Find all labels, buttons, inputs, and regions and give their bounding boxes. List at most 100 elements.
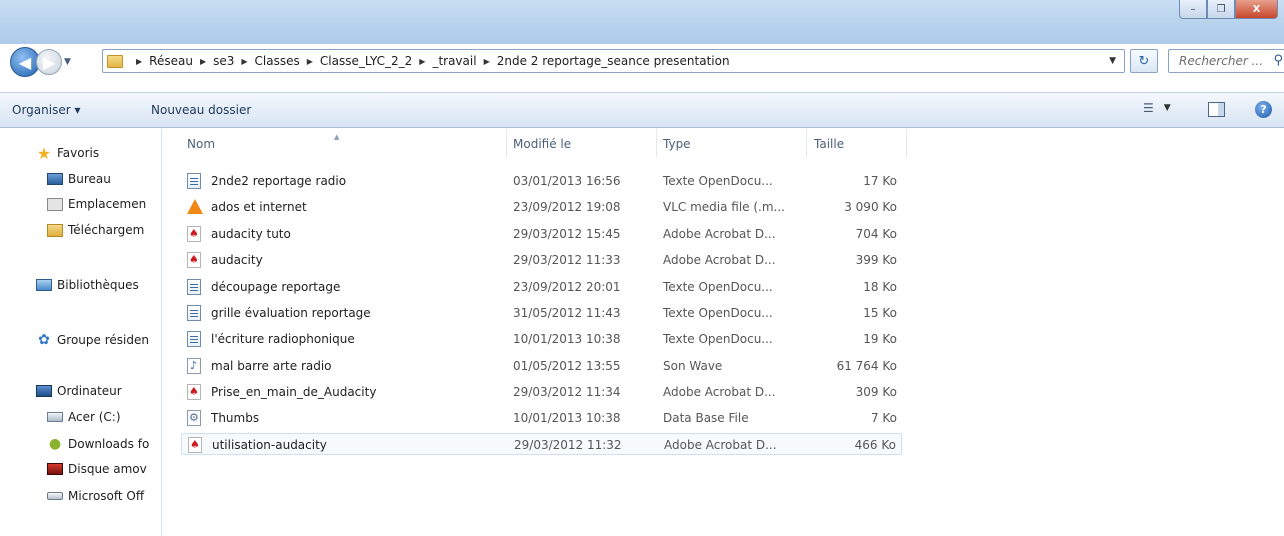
file-row[interactable]: découpage reportage 23/09/2012 20:01 Tex… [181,276,902,298]
sidebar-homegroup-label: Groupe résiden [57,333,149,347]
breadcrumb-classes[interactable]: Classes [255,54,300,68]
sidebar-favorites[interactable]: ★ Favoris [36,144,100,163]
organize-button[interactable]: Organiser ▾ [12,103,80,117]
file-row[interactable]: 2nde2 reportage radio 03/01/2013 16:56 T… [181,170,902,192]
file-type: Data Base File [663,411,749,425]
file-row[interactable]: ados et internet 23/09/2012 19:08 VLC me… [181,196,902,218]
sidebar-item-label: Téléchargem [68,223,145,237]
file-modified: 23/09/2012 19:08 [513,200,621,214]
breadcrumb-travail[interactable]: _travail [432,54,476,68]
file-name: Thumbs [211,411,260,425]
new-folder-button[interactable]: Nouveau dossier [151,103,251,117]
sidebar-computer-label: Ordinateur [57,384,122,398]
file-size: 7 Ko [870,411,897,425]
sidebar-item-label: Downloads fo [68,437,150,451]
odt-file-icon [187,331,201,347]
forward-button[interactable]: ▶ [36,49,62,75]
file-row[interactable]: Prise_en_main_de_Audacity 29/03/2012 11:… [181,381,902,403]
file-size: 19 Ko [863,332,897,346]
close-button[interactable]: X [1235,0,1278,19]
sidebar-homegroup[interactable]: ✿ Groupe résiden [36,332,149,348]
computer-icon [36,385,52,397]
column-header-size[interactable]: Taille [814,137,844,151]
breadcrumb-separator-icon[interactable]: ▶ [484,57,490,66]
file-row-selected[interactable]: utilisation-audacity 29/03/2012 11:32 Ad… [181,433,902,455]
breadcrumb-separator-icon[interactable]: ▶ [200,57,206,66]
file-row[interactable]: audacity tuto 29/03/2012 15:45 Adobe Acr… [181,223,902,245]
preview-pane-icon[interactable] [1208,102,1225,117]
minimize-button[interactable]: – [1179,0,1207,19]
drive-icon [47,412,63,422]
breadcrumb-separator-icon[interactable]: ▶ [136,57,142,66]
file-size: 466 Ko [854,438,896,452]
breadcrumb-separator-icon[interactable]: ▶ [419,57,425,66]
breadcrumb-separator-icon[interactable]: ▶ [307,57,313,66]
pdf-file-icon [188,437,202,453]
sidebar-libraries-label: Bibliothèques [57,278,139,292]
file-size: 399 Ko [855,253,897,267]
sidebar-libraries[interactable]: Bibliothèques [36,278,139,292]
column-divider[interactable] [906,129,907,157]
sidebar-item-microsoft-office[interactable]: Microsoft Off [47,489,144,503]
file-name: l'écriture radiophonique [211,332,355,346]
file-size: 704 Ko [855,227,897,241]
file-name: ados et internet [211,200,307,214]
file-type: Adobe Acrobat D... [664,438,777,452]
file-size: 18 Ko [863,280,897,294]
file-type: Adobe Acrobat D... [663,227,776,241]
navigation-pane: ★ Favoris Bureau Emplacemen Téléchargem … [0,129,162,536]
file-type: Texte OpenDocu... [663,306,773,320]
view-dropdown-icon[interactable]: ▼ [1164,103,1171,113]
sidebar-item-removable-disk[interactable]: Disque amov [47,462,147,476]
sidebar-item-emplacements[interactable]: Emplacemen [47,197,146,211]
column-divider[interactable] [656,129,657,157]
sidebar-item-downloads-android[interactable]: ● Downloads fo [47,436,149,452]
search-input[interactable]: Rechercher ... ⚲ [1168,49,1284,73]
file-type: Texte OpenDocu... [663,280,773,294]
sidebar-item-label: Acer (C:) [68,410,121,424]
address-bar[interactable]: ▶ Réseau ▶ se3 ▶ Classes ▶ Classe_LYC_2_… [102,49,1125,73]
file-name: audacity tuto [211,227,291,241]
column-header-type[interactable]: Type [663,137,691,151]
maximize-button[interactable]: ❐ [1207,0,1235,19]
drive-icon [47,492,63,500]
window-controls: – ❐ X [1179,0,1278,20]
help-button[interactable]: ? [1255,101,1272,118]
sidebar-item-label: Emplacemen [68,197,147,211]
file-row[interactable]: grille évaluation reportage 31/05/2012 1… [181,302,902,324]
view-list-icon: ☰ [1143,101,1154,115]
column-divider[interactable] [506,129,507,157]
column-header-modified[interactable]: Modifié le [513,137,571,151]
file-name: découpage reportage [211,280,341,294]
change-view-button[interactable]: ☰ ▼ [1143,101,1171,115]
breadcrumb-separator-icon[interactable]: ▶ [241,57,247,66]
file-type: Texte OpenDocu... [663,174,773,188]
sidebar-item-acer-c[interactable]: Acer (C:) [47,410,121,424]
sidebar-item-telechargements[interactable]: Téléchargem [47,223,144,237]
sidebar-item-bureau[interactable]: Bureau [47,172,111,186]
sidebar-item-label: Microsoft Off [68,489,145,503]
sidebar-favorites-label: Favoris [57,146,100,160]
file-modified: 10/01/2013 10:38 [513,332,621,346]
file-modified: 29/03/2012 15:45 [513,227,621,241]
file-name: audacity [211,253,263,267]
file-size: 15 Ko [863,306,897,320]
file-row[interactable]: Thumbs 10/01/2013 10:38 Data Base File 7… [181,407,902,429]
file-row[interactable]: audacity 29/03/2012 11:33 Adobe Acrobat … [181,249,902,271]
downloads-folder-icon [47,223,63,237]
column-header-name[interactable]: Nom [187,137,215,151]
column-divider[interactable] [806,129,807,157]
breadcrumb-current-folder[interactable]: 2nde 2 reportage_seance presentation [497,54,730,68]
breadcrumb-se3[interactable]: se3 [213,54,234,68]
sidebar-computer[interactable]: Ordinateur [36,384,122,398]
recent-places-icon [47,197,63,211]
breadcrumb-reseau[interactable]: Réseau [149,54,193,68]
refresh-button[interactable]: ↻ [1130,49,1158,73]
file-row[interactable]: mal barre arte radio 01/05/2012 13:55 So… [181,355,902,377]
file-row[interactable]: l'écriture radiophonique 10/01/2013 10:3… [181,328,902,350]
search-icon[interactable]: ⚲ [1273,53,1283,68]
address-dropdown-icon[interactable]: ▼ [1109,56,1116,66]
breadcrumb-classe-lyc[interactable]: Classe_LYC_2_2 [320,54,412,68]
history-dropdown-icon[interactable]: ▼ [64,57,71,67]
navigation-buttons: ◀ ▶ ▼ [10,47,71,77]
